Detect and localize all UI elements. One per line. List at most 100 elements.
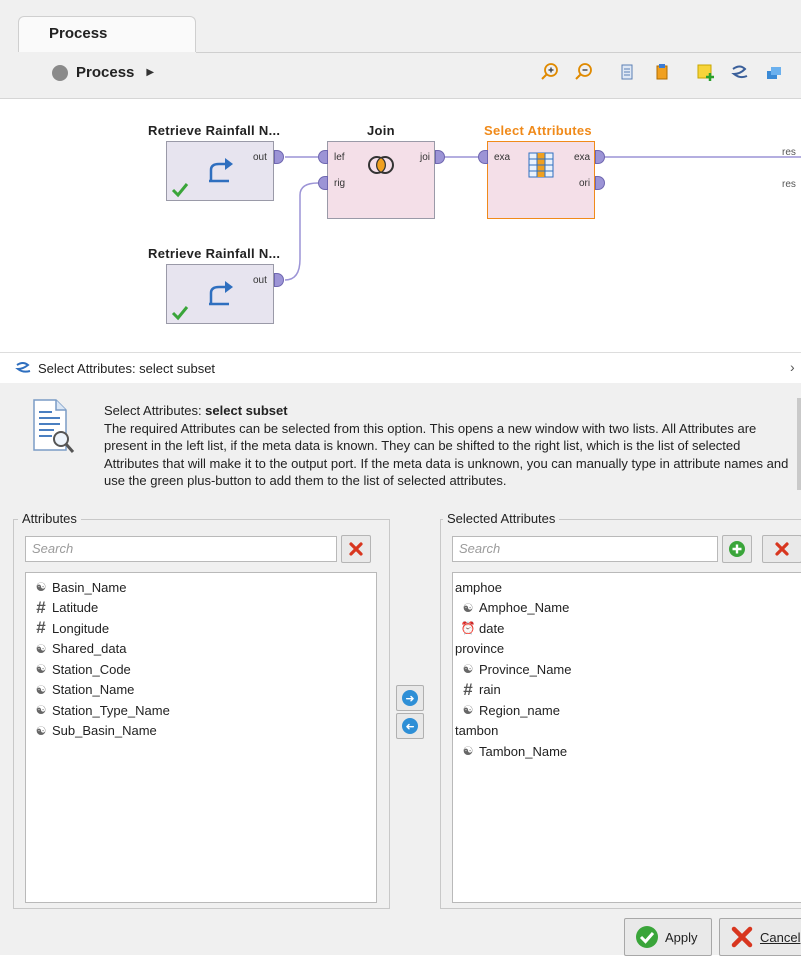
description-scrollbar[interactable] xyxy=(797,398,801,490)
checkmark-icon xyxy=(636,926,658,948)
clear-selected-search-button[interactable] xyxy=(762,535,801,563)
property-panel-header: Select Attributes: select subset › xyxy=(0,352,801,384)
connect-icon[interactable] xyxy=(730,62,750,82)
attributes-search-input[interactable]: Search xyxy=(25,536,337,562)
nominal-icon: ☯ xyxy=(462,744,474,759)
list-item[interactable]: ☯ Province_Name xyxy=(453,659,801,680)
operator-title-retrieve-1: Retrieve Rainfall N... xyxy=(148,123,281,138)
input-port[interactable] xyxy=(318,176,328,190)
join-icon xyxy=(368,156,394,174)
list-item[interactable]: ☯ Region_name xyxy=(453,700,801,721)
arrow-left-icon: ➜ xyxy=(402,718,418,734)
numeric-icon: # xyxy=(463,679,473,699)
attribute-label: Province_Name xyxy=(479,661,572,677)
process-icon xyxy=(52,64,68,81)
port-label-joi: joi xyxy=(420,152,431,163)
port-label-exa-in: exa xyxy=(494,152,511,163)
description-title: select subset xyxy=(205,403,288,418)
order-icon[interactable] xyxy=(652,62,672,82)
add-note-icon[interactable] xyxy=(696,62,716,82)
canvas-toolbar xyxy=(540,62,784,82)
nominal-icon: ☯ xyxy=(462,600,474,615)
list-item[interactable]: ☯ Tambon_Name xyxy=(453,741,801,762)
nominal-icon: ☯ xyxy=(35,662,47,677)
list-item[interactable]: ☯ Station_Code xyxy=(26,659,376,680)
date-icon: ⏰ xyxy=(460,621,476,636)
nominal-icon: ☯ xyxy=(35,703,47,718)
nominal-icon: ☯ xyxy=(462,662,474,677)
close-icon xyxy=(775,542,789,556)
apply-button[interactable]: Apply xyxy=(624,918,712,956)
selected-search-input[interactable]: Search xyxy=(452,536,718,562)
clear-search-button[interactable] xyxy=(341,535,371,563)
list-group-header: amphoe xyxy=(453,577,801,598)
list-item[interactable]: # Longitude xyxy=(26,618,376,639)
cancel-button[interactable]: Cancel xyxy=(719,918,801,956)
operator-select-attributes[interactable]: exa exa ori xyxy=(487,141,595,219)
chevron-right-icon[interactable]: › xyxy=(790,359,795,375)
layers-icon[interactable] xyxy=(764,62,784,82)
attribute-label: rain xyxy=(479,682,501,698)
breadcrumb[interactable]: Process ▶ xyxy=(52,64,154,81)
connection-lines xyxy=(284,156,801,281)
list-item[interactable]: ☯ Shared_data xyxy=(26,639,376,660)
operator-retrieve-2[interactable]: out xyxy=(166,264,274,324)
list-item[interactable]: ☯ Station_Name xyxy=(26,680,376,701)
nominal-icon: ☯ xyxy=(35,641,47,656)
operator-title-select-attributes: Select Attributes xyxy=(484,123,592,138)
attribute-label: Station_Code xyxy=(52,661,131,677)
operator-join[interactable]: lef rig joi xyxy=(327,141,435,219)
close-icon xyxy=(731,926,753,948)
close-icon xyxy=(349,542,363,556)
attribute-label: Region_name xyxy=(479,702,560,718)
attribute-label: Shared_data xyxy=(52,641,127,657)
list-item[interactable]: ⏰ date xyxy=(453,618,801,639)
plus-icon xyxy=(729,541,745,557)
input-port[interactable] xyxy=(478,150,488,164)
attribute-label: Latitude xyxy=(52,600,99,616)
nominal-icon: ☯ xyxy=(35,723,47,738)
property-header-title: Select Attributes: select subset xyxy=(38,361,216,376)
port-label-lef: lef xyxy=(334,152,345,163)
attribute-label: Longitude xyxy=(52,620,110,636)
zoom-out-icon[interactable] xyxy=(574,62,594,82)
zoom-in-icon[interactable] xyxy=(540,62,560,82)
attribute-label: date xyxy=(479,620,505,636)
add-attribute-button[interactable] xyxy=(722,535,752,563)
cancel-label: Cancel xyxy=(760,929,801,945)
remove-selected-button[interactable]: ➜ xyxy=(396,713,424,739)
port-label-exa-out: exa xyxy=(574,152,591,163)
attribute-label: Station_Type_Name xyxy=(52,702,170,718)
description-prefix: Select Attributes: xyxy=(104,403,206,418)
port-label-out: out xyxy=(253,275,267,286)
list-item[interactable]: ☯ Basin_Name xyxy=(26,577,376,598)
list-item[interactable]: ☯ Amphoe_Name xyxy=(453,598,801,619)
attribute-label: Tambon_Name xyxy=(479,743,568,759)
list-item[interactable]: ☯ Station_Type_Name xyxy=(26,700,376,721)
select-attributes-icon xyxy=(15,362,31,373)
retrieve-icon xyxy=(209,158,233,183)
operator-retrieve-1[interactable]: out xyxy=(166,141,274,201)
attributes-list[interactable]: ☯ Basin_Name # Latitude # Longitude ☯ Shared… xyxy=(25,572,377,903)
selected-attributes-list[interactable]: amphoe ☯ Amphoe_Name ⏰ date province ☯ Prov… xyxy=(452,572,801,903)
input-port[interactable] xyxy=(318,150,328,164)
tab-process[interactable]: Process xyxy=(18,16,196,52)
list-item[interactable]: # rain xyxy=(453,680,801,701)
result-port-label: res xyxy=(782,147,796,158)
list-item[interactable]: ☯ Sub_Basin_Name xyxy=(26,721,376,742)
attribute-label: Sub_Basin_Name xyxy=(52,723,157,739)
parameter-description: Select Attributes: select subset The req… xyxy=(104,402,794,490)
list-item[interactable]: # Latitude xyxy=(26,598,376,619)
add-selected-button[interactable]: ➜ xyxy=(396,685,424,711)
chevron-right-icon[interactable]: ▶ xyxy=(146,67,154,78)
numeric-icon: # xyxy=(36,618,46,638)
breadcrumb-label: Process xyxy=(76,64,135,81)
auto-arrange-icon[interactable] xyxy=(618,62,638,82)
selected-attributes-legend: Selected Attributes xyxy=(443,511,560,526)
process-canvas[interactable]: Retrieve Rainfall N... out Retrieve Rain… xyxy=(0,99,801,351)
description-body: The required Attributes can be selected … xyxy=(104,420,789,489)
group-label: amphoe xyxy=(455,579,502,595)
retrieve-icon xyxy=(209,281,233,306)
document-search-icon xyxy=(33,399,75,453)
result-port-label: res xyxy=(782,179,796,190)
